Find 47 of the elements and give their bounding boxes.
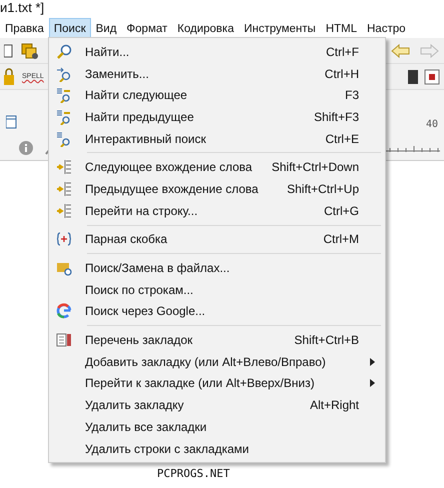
stop-icon[interactable] xyxy=(424,68,440,84)
find-list-icon xyxy=(56,130,72,147)
cubes-gear-icon[interactable] xyxy=(20,42,40,60)
menu-entry[interactable]: Следующее вхождение слова Shift+Ctrl+Down xyxy=(51,156,381,178)
editor-line: PCPROGS.NET xyxy=(157,467,230,481)
menu-item[interactable]: Настро xyxy=(362,18,411,38)
menu-item[interactable]: Поиск xyxy=(48,18,91,38)
menu-item[interactable]: Кодировка xyxy=(172,18,239,38)
replace-icon xyxy=(56,66,72,82)
menu-entry[interactable]: Парная скобка Ctrl+M xyxy=(51,228,381,250)
menu-entry[interactable]: Добавить закладку (или Alt+Влево/Вправо) xyxy=(51,350,381,373)
menu-item[interactable]: Правка xyxy=(0,18,49,38)
menu-entry[interactable]: Поиск/Замена в файлах... xyxy=(51,257,381,279)
book-icon xyxy=(56,332,72,348)
window-icon[interactable] xyxy=(4,42,14,58)
window-icon[interactable] xyxy=(6,114,18,130)
menu-entry[interactable]: Перейти к закладке (или Alt+Вверх/Вниз) xyxy=(51,372,381,394)
line-arrow-icon xyxy=(56,202,72,219)
menu-entry[interactable]: Найти следующее F3 xyxy=(51,84,381,106)
menu-item[interactable]: Инструменты xyxy=(238,18,321,38)
lock-icon[interactable] xyxy=(4,68,16,86)
menu-entry[interactable]: Перейти на строку... Ctrl+G xyxy=(51,200,381,222)
menu-entry[interactable]: Предыдущее вхождение слова Shift+Ctrl+Up xyxy=(51,178,381,200)
find-list-icon xyxy=(56,87,72,104)
line-arrow-icon xyxy=(56,159,72,176)
menu-entry[interactable]: Удалить закладку Alt+Right xyxy=(51,394,381,416)
menu-entry[interactable]: Заменить... Ctrl+H xyxy=(51,62,381,84)
line-arrow-icon xyxy=(56,180,72,197)
menu-item[interactable]: Вид xyxy=(90,18,122,38)
menu-entry[interactable]: Интерактивный поиск Ctrl+E xyxy=(51,128,381,150)
window-title: и1.txt *] xyxy=(0,0,44,15)
menu-entry[interactable]: Удалить все закладки xyxy=(51,416,381,438)
menu-entry[interactable]: Поиск через Google... xyxy=(51,300,381,322)
menu-item[interactable]: HTML xyxy=(320,18,362,38)
magnifier-icon xyxy=(56,44,72,60)
braces-icon xyxy=(56,231,72,248)
find-list-icon xyxy=(56,108,72,125)
ruler xyxy=(386,144,440,152)
menu-entry[interactable]: Найти... Ctrl+F xyxy=(51,41,381,63)
menu-entry[interactable]: Перечень закладок Shift+Ctrl+B xyxy=(51,329,381,351)
folder-search-icon xyxy=(56,260,72,276)
ruler-label: 40 xyxy=(426,119,438,130)
info-icon[interactable] xyxy=(18,140,34,156)
menu-entry[interactable]: Поиск по строкам... xyxy=(51,278,381,301)
menu-item[interactable]: Формат xyxy=(122,18,172,38)
menu-entry[interactable]: Найти предыдущее Shift+F3 xyxy=(51,106,381,128)
menu-entry[interactable]: Удалить строки с закладками xyxy=(51,438,381,460)
